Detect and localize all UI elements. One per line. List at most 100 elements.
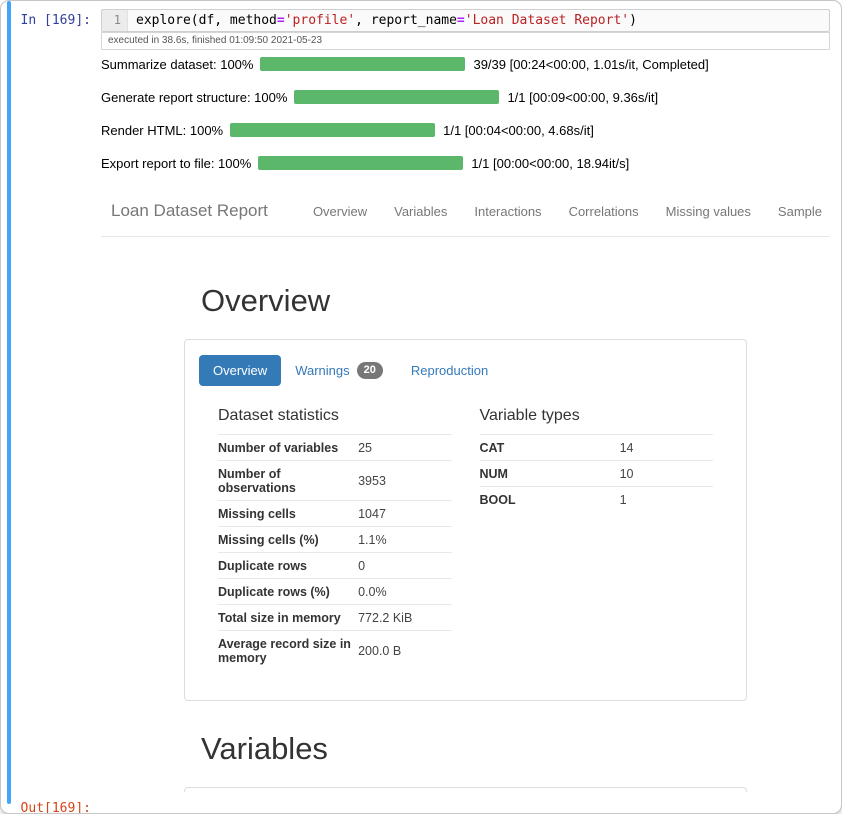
progress-label: Render HTML: 100% xyxy=(101,122,224,138)
progress-bar-fill xyxy=(230,123,436,137)
stat-label: Duplicate rows xyxy=(218,558,307,573)
stat-value: 3953 xyxy=(358,473,386,488)
stat-label: BOOL xyxy=(479,492,516,507)
code-token: 'profile' xyxy=(284,13,356,28)
progress-stats: 39/39 [00:24<00:00, 1.01s/it, Completed] xyxy=(473,56,709,72)
output-prompt: Out[169]: xyxy=(20,801,91,814)
progress-label: Generate report structure: 100% xyxy=(101,89,288,105)
variables-heading: Variables xyxy=(201,731,328,766)
tab-warnings[interactable]: Warnings 20 xyxy=(281,354,397,387)
table-row: Missing cells 1047 xyxy=(218,500,452,527)
code-token: explore(df, method xyxy=(136,13,277,28)
report-brand[interactable]: Loan Dataset Report xyxy=(111,201,268,221)
code-token: = xyxy=(456,13,465,28)
stat-label: Average record size in memory xyxy=(218,636,351,665)
code-cell-input: In [169]: 1 explore(df, method='profile'… xyxy=(13,9,830,32)
stat-label: Missing cells (%) xyxy=(218,532,319,547)
dataset-statistics-table: Number of variables 25 Number of observat… xyxy=(218,434,452,670)
tab-reproduction[interactable]: Reproduction xyxy=(397,355,502,386)
notebook-cell: In [169]: 1 explore(df, method='profile'… xyxy=(13,9,830,814)
progress-bar-fill xyxy=(294,90,500,104)
table-row: NUM 10 xyxy=(479,460,713,487)
cell-output-area: Summarize dataset: 100% 39/39 [00:24<00:… xyxy=(101,57,830,792)
profile-report: Loan Dataset Report Overview Variables I… xyxy=(101,189,830,792)
stat-value: 0 xyxy=(358,558,366,573)
code-token: 'Loan Dataset Report' xyxy=(464,13,630,28)
progress-bar xyxy=(260,57,466,71)
progress-row: Generate report structure: 100% 1/1 [00:… xyxy=(101,89,830,105)
stat-label: Duplicate rows (%) xyxy=(218,584,330,599)
progress-label: Export report to file: 100% xyxy=(101,155,252,171)
stat-value: 25 xyxy=(358,440,372,455)
progress-bar xyxy=(294,90,500,104)
table-row: Missing cells (%) 1.1% xyxy=(218,526,452,553)
overview-heading: Overview xyxy=(201,283,331,318)
overview-tabs: Overview Warnings 20 Reproduction xyxy=(199,354,732,387)
progress-stats: 1/1 [00:09<00:00, 9.36s/it] xyxy=(507,89,659,105)
stat-label: Number of variables xyxy=(218,440,339,455)
stat-value: 1047 xyxy=(358,506,386,521)
progress-stats: 1/1 [00:04<00:00, 4.68s/it] xyxy=(443,122,594,138)
overview-section: Overview Overview Warnings 20 Reproductio… xyxy=(184,283,747,701)
input-prompt: In [169]: xyxy=(20,13,91,28)
tab-label: Overview xyxy=(213,363,268,378)
variables-section: Variables Name Categorical Distinct3682 … xyxy=(184,731,747,792)
stat-value: 14 xyxy=(619,440,634,455)
tab-overview[interactable]: Overview xyxy=(199,355,282,386)
execution-time-note: executed in 38.6s, finished 01:09:50 202… xyxy=(101,32,830,50)
table-row: Number of variables 25 xyxy=(218,434,452,461)
line-number-gutter: 1 xyxy=(102,10,128,31)
table-row: Number of observations 3953 xyxy=(218,460,452,501)
progress-row: Render HTML: 100% 1/1 [00:04<00:00, 4.68… xyxy=(101,122,830,138)
variable-types-table: CAT 14 NUM 10 BOOL 1 xyxy=(479,434,713,513)
stat-label: NUM xyxy=(479,466,508,481)
table-row: Average record size in memory 200.0 B xyxy=(218,630,452,671)
progress-row: Export report to file: 100% 1/1 [00:00<0… xyxy=(101,155,830,171)
table-row: Duplicate rows (%) 0.0% xyxy=(218,578,452,605)
table-row: BOOL 1 xyxy=(479,486,713,513)
output-prompt-row: Out[169]: xyxy=(13,800,830,814)
progress-bar xyxy=(258,156,464,170)
notebook-window: In [169]: 1 explore(df, method='profile'… xyxy=(0,0,842,814)
nav-item-sample[interactable]: Sample xyxy=(778,204,822,219)
variable-types-title: Variable types xyxy=(479,407,580,424)
tab-label: Warnings xyxy=(295,363,350,378)
report-navbar: Loan Dataset Report Overview Variables I… xyxy=(101,189,830,237)
nav-item-correlations[interactable]: Correlations xyxy=(569,204,639,219)
warnings-count-badge: 20 xyxy=(356,362,383,379)
code-token: = xyxy=(276,13,285,28)
progress-bar-fill xyxy=(260,57,466,71)
stat-label: Total size in memory xyxy=(218,610,341,625)
code-editor[interactable]: 1 explore(df, method='profile', report_n… xyxy=(101,9,830,32)
code-line[interactable]: explore(df, method='profile', report_nam… xyxy=(128,10,645,31)
code-token: , report_name xyxy=(355,13,457,28)
stat-value: 1 xyxy=(619,492,627,507)
variable-types-panel: Variable types CAT 14 NUM 10 BOOL 1 xyxy=(479,407,713,670)
nav-item-variables[interactable]: Variables xyxy=(394,204,447,219)
table-row: Total size in memory 772.2 KiB xyxy=(218,604,452,631)
overview-card: Overview Warnings 20 Reproduction Dataset… xyxy=(184,339,747,701)
stat-label: Missing cells xyxy=(218,506,296,521)
progress-stats: 1/1 [00:00<00:00, 18.94it/s] xyxy=(471,155,630,171)
stat-label: Number of observations xyxy=(218,466,296,495)
selected-cell-indicator xyxy=(7,1,11,804)
progress-bar-fill xyxy=(258,156,464,170)
nav-item-missing-values[interactable]: Missing values xyxy=(666,204,751,219)
stat-value: 200.0 B xyxy=(358,643,402,658)
stat-value: 1.1% xyxy=(358,532,387,547)
progress-bar xyxy=(230,123,436,137)
stat-value: 0.0% xyxy=(358,584,387,599)
code-token: ) xyxy=(629,13,637,28)
variable-card: Name Categorical Distinct3682 Distinct10… xyxy=(184,787,747,792)
nav-item-overview[interactable]: Overview xyxy=(313,204,367,219)
nav-item-interactions[interactable]: Interactions xyxy=(474,204,541,219)
progress-label: Summarize dataset: 100% xyxy=(101,56,254,72)
table-row: Duplicate rows 0 xyxy=(218,552,452,579)
dataset-statistics-title: Dataset statistics xyxy=(218,407,339,424)
table-row: CAT 14 xyxy=(479,434,713,461)
dataset-statistics-panel: Dataset statistics Number of variables 25… xyxy=(218,407,452,670)
stat-value: 772.2 KiB xyxy=(358,610,413,625)
overview-columns: Dataset statistics Number of variables 25… xyxy=(199,399,732,686)
stat-value: 10 xyxy=(619,466,634,481)
stat-label: CAT xyxy=(479,440,505,455)
